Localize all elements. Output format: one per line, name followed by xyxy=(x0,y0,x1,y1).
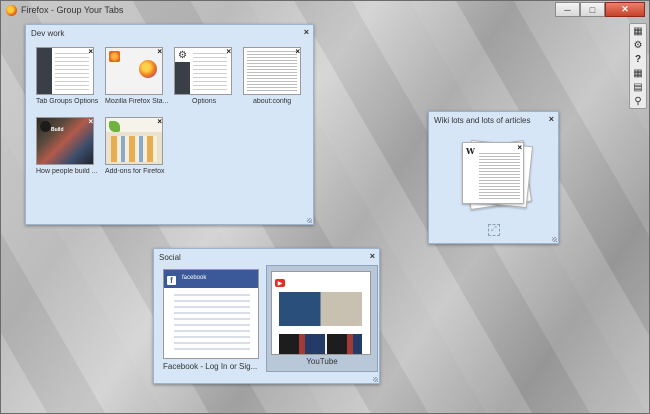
group-close-icon[interactable]: × xyxy=(370,251,375,261)
title-bar: Firefox - Group Your Tabs ─ □ ✕ xyxy=(1,1,649,21)
tab-title: YouTube xyxy=(306,357,338,366)
maximize-button[interactable]: □ xyxy=(580,2,605,17)
search-icon[interactable]: ⚲ xyxy=(632,95,644,107)
group-close-icon[interactable]: × xyxy=(549,114,554,124)
window-title: Firefox - Group Your Tabs xyxy=(21,5,124,15)
gear-icon[interactable]: ⚙ xyxy=(632,39,644,51)
tab-item[interactable]: × about:config xyxy=(243,47,301,107)
tab-thumbnail[interactable] xyxy=(105,47,163,95)
thumbnail-content xyxy=(479,153,520,200)
thumbnail-content xyxy=(247,51,297,91)
thumbnail-header xyxy=(164,270,258,288)
youtube-favicon-icon: ▶ xyxy=(275,279,285,287)
wikipedia-favicon-icon: W xyxy=(466,146,475,156)
stacked-tab-front[interactable]: W × xyxy=(462,142,524,204)
group-title[interactable]: Wiki lots and lots of articles xyxy=(434,116,530,125)
tab-group-social[interactable]: Social × f facebook Facebook - Log In or… xyxy=(153,248,380,384)
tab-thumbnail[interactable] xyxy=(36,47,94,95)
tab-thumbnail[interactable]: ▶ xyxy=(271,271,371,355)
tab-thumbnail[interactable] xyxy=(105,117,163,165)
tab-group-dev-work[interactable]: Dev work × × Tab Groups Options × Mozill… xyxy=(25,24,314,225)
thumbnail-sidebar xyxy=(175,62,190,94)
thumbnail-sidebar xyxy=(37,48,52,94)
firefox-logo-icon xyxy=(139,60,157,78)
help-icon[interactable]: ? xyxy=(632,53,644,65)
expand-group-icon[interactable]: ⤢ xyxy=(488,224,500,236)
group-resize-handle[interactable] xyxy=(373,377,378,382)
tab-thumbnail[interactable]: Build xyxy=(36,117,94,165)
tab-title: How people build ... xyxy=(36,168,98,175)
thumbnail-content xyxy=(193,53,227,90)
group-resize-handle[interactable] xyxy=(307,218,312,223)
group-close-icon[interactable]: × xyxy=(304,27,309,37)
tab-thumbnail[interactable] xyxy=(243,47,301,95)
tab-title: Mozilla Firefox Sta... xyxy=(105,98,169,105)
thumbnail-content xyxy=(174,294,250,352)
tab-item[interactable]: × Mozilla Firefox Sta... xyxy=(105,47,168,107)
tab-close-icon[interactable]: × xyxy=(88,117,93,126)
tab-thumbnail[interactable]: ⚙ xyxy=(174,47,232,95)
thumbnail-brand: facebook xyxy=(182,275,207,281)
tab-view-icon[interactable]: ▦ xyxy=(632,25,644,37)
side-toolbar: ▦ ⚙ ? ▦ ▤ ⚲ xyxy=(629,23,647,109)
tab-item[interactable]: f facebook Facebook - Log In or Sig... xyxy=(163,269,259,372)
tab-close-icon[interactable]: × xyxy=(88,47,93,56)
tab-close-icon[interactable]: × xyxy=(226,47,231,56)
firefox-window: Firefox - Group Your Tabs ─ □ ✕ ▦ ⚙ ? ▦ … xyxy=(0,0,650,414)
minimize-button[interactable]: ─ xyxy=(555,2,580,17)
tab-item[interactable]: Build × How people build ... xyxy=(36,117,97,177)
tab-item[interactable]: ⚙ × Options xyxy=(174,47,232,107)
tab-close-icon[interactable]: × xyxy=(295,47,300,56)
group-list-icon[interactable]: ▤ xyxy=(632,81,644,93)
facebook-favicon-icon: f xyxy=(167,276,176,285)
group-title[interactable]: Social xyxy=(159,253,181,262)
firefox-logo-icon xyxy=(6,5,17,16)
tab-title: about:config xyxy=(253,98,292,105)
tab-thumbnail[interactable]: f facebook xyxy=(163,269,259,359)
tab-close-icon[interactable]: × xyxy=(157,47,162,56)
tab-title: Facebook - Log In or Sig... xyxy=(163,362,258,371)
group-title[interactable]: Dev work xyxy=(31,29,64,38)
gear-icon: ⚙ xyxy=(178,50,187,61)
tab-item[interactable]: × Tab Groups Options xyxy=(36,47,98,107)
close-button[interactable]: ✕ xyxy=(605,2,645,17)
window-controls: ─ □ ✕ xyxy=(555,2,645,17)
puzzle-favicon-icon xyxy=(109,121,120,132)
thumbnail-content xyxy=(279,334,362,354)
tab-item[interactable]: × Add-ons for Firefox xyxy=(105,117,165,177)
group-grid-icon[interactable]: ▦ xyxy=(632,67,644,79)
thumbnail-content xyxy=(279,292,362,326)
tab-title: Add-ons for Firefox xyxy=(105,168,165,175)
thumbnail-content xyxy=(55,53,89,90)
tab-close-icon[interactable]: × xyxy=(157,117,162,126)
thumbnail-addons-grid xyxy=(111,136,157,162)
group-resize-handle[interactable] xyxy=(552,237,557,242)
tab-item-selected[interactable]: ▶ YouTube xyxy=(266,265,378,372)
firefox-favicon-icon xyxy=(109,51,120,62)
tab-title: Tab Groups Options xyxy=(36,98,99,105)
github-favicon-icon xyxy=(40,121,51,132)
thumbnail-heading: Build xyxy=(51,127,64,133)
tab-close-icon[interactable]: × xyxy=(517,143,522,152)
